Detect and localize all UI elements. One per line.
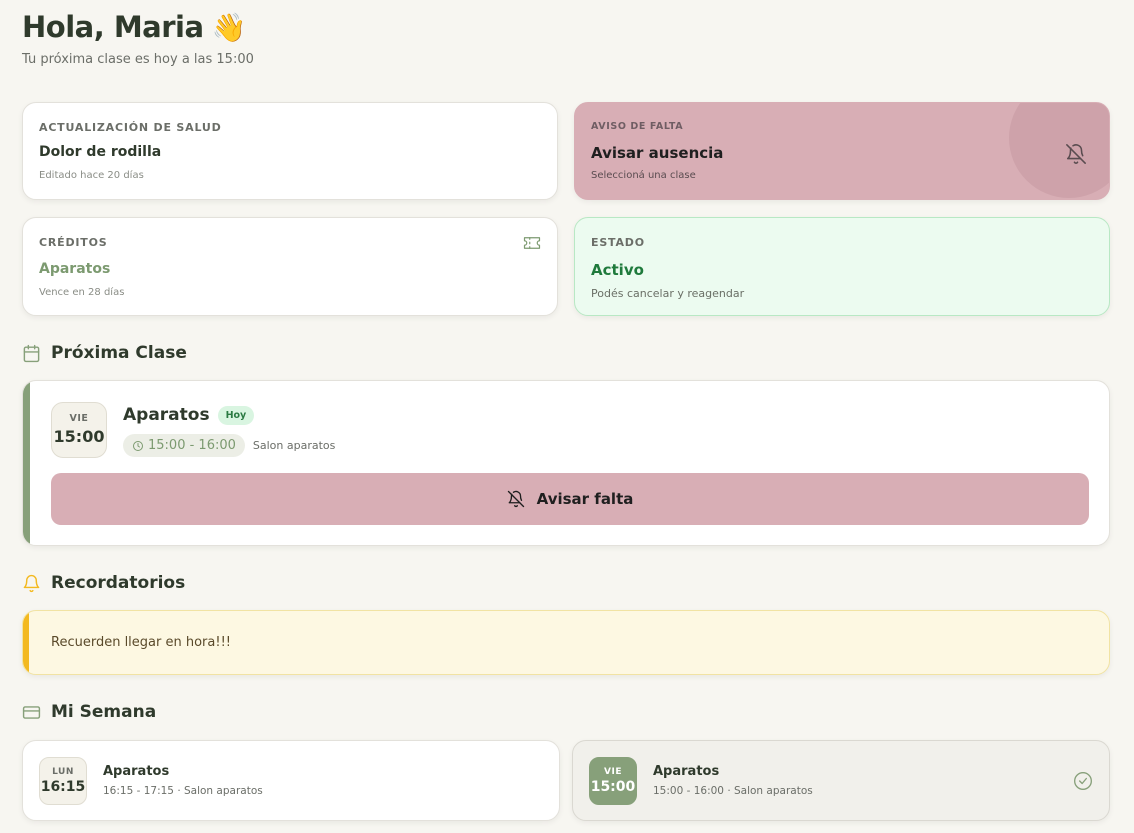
credits-value: Aparatos: [39, 261, 111, 277]
class-time-row: 15:00 - 16:00 Salon aparatos: [123, 434, 335, 457]
health-note: Editado hace 20 días: [39, 170, 144, 181]
status-note: Podés cancelar y reagendar: [591, 287, 745, 300]
week-class-item[interactable]: LUN 16:15 Aparatos 16:15 - 17:15 · Salon…: [22, 740, 560, 821]
class-date-box: VIE 15:00: [51, 402, 107, 458]
week-day: LUN: [52, 767, 74, 777]
greeting-header: Hola, Maria 👋 Tu próxima clase es hoy a …: [22, 10, 254, 67]
class-time: 15:00: [53, 427, 105, 446]
reminder-accent-bar: [23, 611, 29, 674]
class-title-row: Aparatos Hoy: [123, 405, 255, 425]
notify-absence-button[interactable]: Avisar falta: [51, 473, 1089, 525]
ticket-icon: [523, 237, 541, 249]
week-class-title: Aparatos: [653, 764, 720, 779]
class-day: VIE: [69, 413, 89, 424]
status-label: ESTADO: [591, 236, 645, 249]
reminder-message: Recuerden llegar en hora!!!: [51, 635, 231, 650]
class-room: Salon aparatos: [252, 439, 336, 452]
reminders-heading: Recordatorios: [51, 573, 186, 593]
week-class-detail: 15:00 - 16:00 · Salon aparatos: [653, 785, 813, 797]
week-date-box: LUN 16:15: [39, 757, 87, 805]
next-class-heading: Próxima Clase: [51, 343, 187, 363]
bell-off-icon: [507, 490, 524, 508]
class-title: Aparatos: [123, 405, 210, 425]
check-circle-icon: [1074, 772, 1092, 790]
absence-note: Seleccioná una clase: [591, 170, 696, 181]
week-time: 16:15: [40, 779, 86, 795]
status-value: Activo: [591, 261, 644, 279]
week-class-detail: 16:15 - 17:15 · Salon aparatos: [103, 785, 263, 797]
health-update-card[interactable]: ACTUALIZACIÓN DE SALUD Dolor de rodilla …: [22, 102, 558, 200]
next-class-card: VIE 15:00 Aparatos Hoy 15:00 - 16:00 Sal…: [22, 380, 1110, 546]
page-title: Hola, Maria 👋: [22, 10, 254, 44]
health-label: ACTUALIZACIÓN DE SALUD: [39, 121, 222, 134]
bell-off-icon: [1066, 144, 1086, 164]
greeting-text: Hola, Maria: [22, 10, 204, 44]
week-class-item[interactable]: VIE 15:00 Aparatos 15:00 - 16:00 · Salon…: [572, 740, 1110, 821]
week-heading: Mi Semana: [51, 702, 157, 722]
week-date-box: VIE 15:00: [589, 757, 637, 805]
status-card: ESTADO Activo Podés cancelar y reagendar: [574, 217, 1110, 316]
card-accent-bar: [23, 381, 30, 545]
time-range-pill: 15:00 - 16:00: [123, 434, 245, 457]
week-class-title: Aparatos: [103, 764, 170, 779]
notify-absence-label: Avisar falta: [536, 490, 634, 508]
credits-card[interactable]: CRÉDITOS Aparatos Vence en 28 días: [22, 217, 558, 316]
today-badge: Hoy: [217, 405, 255, 425]
time-range: 15:00 - 16:00: [148, 438, 236, 453]
waving-hand-icon: 👋: [211, 10, 247, 44]
next-class-section-header: Próxima Clase: [22, 343, 187, 363]
reminder-card: Recuerden llegar en hora!!!: [22, 610, 1110, 675]
next-class-subtitle: Tu próxima clase es hoy a las 15:00: [22, 52, 254, 67]
clock-icon: [133, 440, 143, 451]
week-day: VIE: [604, 767, 622, 777]
health-value: Dolor de rodilla: [39, 144, 162, 160]
bell-icon: [23, 574, 40, 592]
reminders-section-header: Recordatorios: [22, 573, 185, 593]
credits-label: CRÉDITOS: [39, 236, 108, 249]
calendar-icon: [23, 344, 40, 362]
week-time: 15:00: [590, 779, 636, 795]
card-icon: [22, 705, 41, 719]
week-section-header: Mi Semana: [22, 702, 156, 722]
decorative-circle: [1009, 103, 1109, 198]
credits-note: Vence en 28 días: [39, 287, 125, 298]
absence-notice-card[interactable]: AVISO DE FALTA Avisar ausencia Seleccion…: [574, 102, 1110, 200]
